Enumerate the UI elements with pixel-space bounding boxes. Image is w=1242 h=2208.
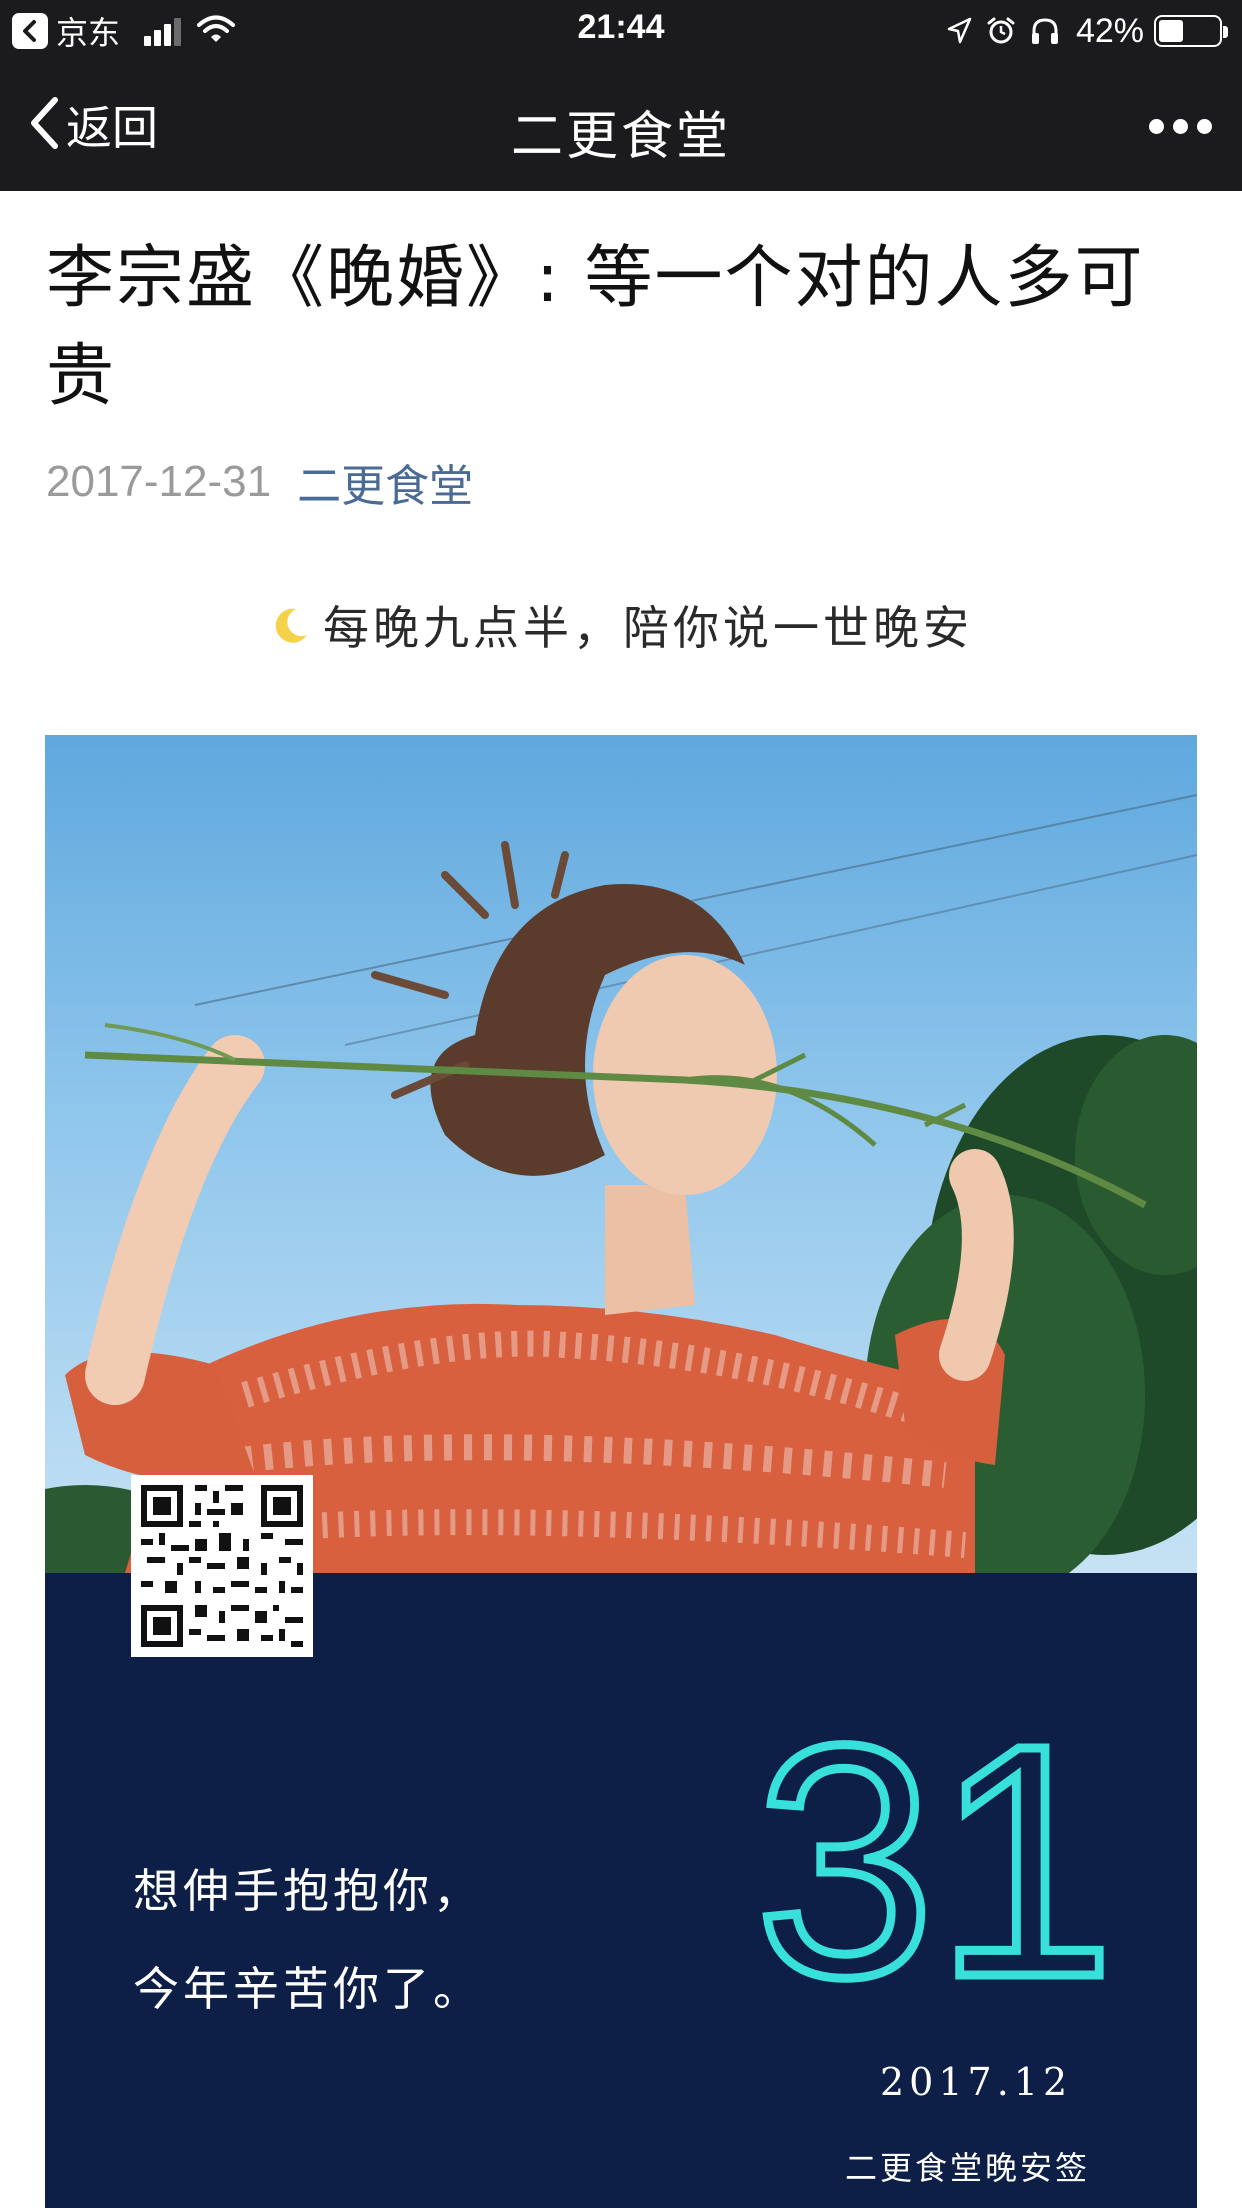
card-quote: 想伸手抱抱你， 今年辛苦你了。: [133, 1842, 483, 2038]
nav-title: 二更食堂: [510, 107, 731, 167]
status-bar: 京东 21:44 42%: [0, 0, 1242, 62]
battery-icon: [1154, 15, 1228, 47]
article-date: 2017-12-31: [46, 457, 272, 506]
qr-code[interactable]: [131, 1475, 313, 1657]
card-signature: 二更食堂晚安签: [845, 2149, 1091, 2187]
goodnight-card-image: 想伸手抱抱你， 今年辛苦你了。 31 2017.12 二更食堂晚安签: [45, 735, 1197, 2208]
battery-percent: 42%: [1075, 11, 1144, 50]
headphones-icon: [1030, 16, 1060, 46]
account-link[interactable]: 二更食堂: [297, 450, 473, 514]
quote-line-1: 想伸手抱抱你，: [133, 1864, 483, 1918]
quote-line-2: 今年辛苦你了。: [133, 1962, 483, 2016]
more-icon[interactable]: [1140, 108, 1212, 144]
card-month: 2017.12: [880, 2060, 1073, 2104]
nav-bar: 返回 二更食堂: [0, 62, 1242, 191]
tagline: 每晚九点半，陪你说一世晚安: [0, 592, 1242, 658]
top-bar: 京东 21:44 42% 返回 二更食堂: [0, 0, 1242, 191]
day-number: 31: [751, 1707, 1120, 1987]
day-number-text: 31: [755, 1707, 1115, 1987]
status-right: 42%: [932, 10, 1228, 52]
tagline-text: 每晚九点半，陪你说一世晚安: [323, 601, 973, 655]
battery-level: [1159, 20, 1184, 42]
alarm-icon: [986, 16, 1016, 46]
article-meta: 2017-12-31 二更食堂: [46, 452, 473, 512]
crescent-moon-icon: [269, 603, 313, 647]
article-title: 李宗盛《晚婚》: 等一个对的人多可贵: [46, 239, 1145, 416]
photo-woman-holding-grass: [45, 735, 1197, 1573]
location-icon: [946, 17, 972, 45]
